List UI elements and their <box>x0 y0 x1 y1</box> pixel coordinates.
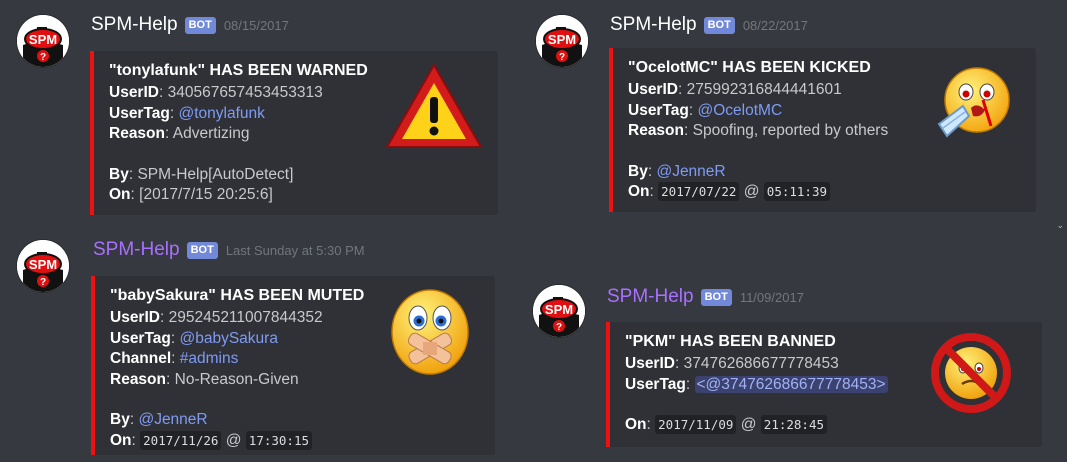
usertag-label: UserTag <box>625 375 686 393</box>
spm-avatar-icon: SPM ? <box>17 15 69 67</box>
reason-value: Spoofing, reported by others <box>692 122 889 139</box>
on-date: 2017/07/22 <box>658 182 740 201</box>
channel-mention[interactable]: #admins <box>180 350 239 367</box>
spm-avatar-icon: SPM ? <box>536 15 588 67</box>
on-at: @ <box>743 183 760 200</box>
avatar[interactable]: SPM ? <box>17 15 69 67</box>
userid-label: UserID <box>109 84 159 101</box>
reason-label: Reason <box>110 370 166 388</box>
usertag-mention[interactable]: <@374762686677778453> <box>694 375 888 393</box>
on-label: On <box>625 416 647 433</box>
userid-value: 374762686677778453 <box>683 355 839 372</box>
author-name[interactable]: SPM-Help <box>93 239 180 261</box>
author-name[interactable]: SPM-Help <box>610 14 697 36</box>
bot-badge: BOT <box>184 16 216 34</box>
svg-text:SPM: SPM <box>548 32 576 47</box>
usertag-mention[interactable]: @tonylafunk <box>179 105 265 122</box>
author-name[interactable]: SPM-Help <box>607 286 694 308</box>
by-label: By <box>109 165 129 183</box>
by-mention[interactable]: @JenneR <box>138 411 207 428</box>
svg-text:SPM: SPM <box>29 257 57 272</box>
usertag-label: UserTag <box>110 329 171 347</box>
spm-avatar-icon: SPM ? <box>17 240 69 292</box>
on-time: 21:28:45 <box>760 415 828 434</box>
usertag-mention[interactable]: @OcelotMC <box>698 102 783 119</box>
by-mention[interactable]: @JenneR <box>656 163 725 180</box>
timestamp: Last Sunday at 5:30 PM <box>225 242 365 258</box>
userid-value: 275992316844441601 <box>686 81 842 98</box>
userid-label: UserID <box>628 81 678 98</box>
reason-label: Reason <box>109 125 165 142</box>
on-date: 2017/11/09 <box>655 415 737 434</box>
avatar[interactable]: SPM ? <box>533 285 585 337</box>
userid-value: 295245211007844352 <box>168 309 323 326</box>
embed: "OcelotMC" HAS BEEN KICKED UserID: 27599… <box>609 48 1036 212</box>
warning-icon[interactable] <box>384 61 484 151</box>
svg-text:?: ? <box>556 322 562 333</box>
by-label: By <box>110 411 130 428</box>
on-label: On <box>628 183 650 200</box>
userid-label: UserID <box>110 309 160 326</box>
usertag-label: UserTag <box>109 104 170 122</box>
userid-value: 340567657453453313 <box>167 84 323 101</box>
embed: "tonylafunk" HAS BEEN WARNED UserID: 340… <box>90 51 498 215</box>
avatar[interactable]: SPM ? <box>17 240 69 292</box>
userid-label: UserID <box>625 355 675 372</box>
on-time: 05:11:39 <box>763 182 831 201</box>
reason-value: No-Reason-Given <box>174 370 299 388</box>
reason-label: Reason <box>628 122 684 139</box>
muted-face-icon[interactable] <box>389 286 471 376</box>
svg-text:?: ? <box>40 277 46 288</box>
timestamp: 08/15/2017 <box>223 17 289 33</box>
author-name[interactable]: SPM-Help <box>91 14 178 36</box>
on-time: 17:30:15 <box>245 430 313 450</box>
on-at: @ <box>225 431 242 449</box>
bot-badge: BOT <box>186 241 218 259</box>
svg-text:?: ? <box>559 52 565 63</box>
spm-avatar-icon: SPM ? <box>533 285 585 337</box>
svg-text:SPM: SPM <box>29 32 57 47</box>
on-label: On <box>109 186 131 203</box>
bot-badge: BOT <box>700 288 732 306</box>
reason-value: Advertizing <box>172 125 250 142</box>
on-value: [2017/7/15 20:25:6] <box>139 186 273 203</box>
avatar[interactable]: SPM ? <box>536 15 588 67</box>
scroll-marker-icon: ⌄ <box>1056 220 1064 230</box>
timestamp: 08/22/2017 <box>742 17 808 33</box>
by-label: By <box>628 162 648 180</box>
on-label: On <box>110 431 132 449</box>
embed: "babySakura" HAS BEEN MUTED UserID: 2952… <box>91 276 495 455</box>
by-value: SPM-Help[AutoDetect] <box>137 165 294 183</box>
usertag-mention[interactable]: @babySakura <box>180 330 278 347</box>
on-date: 2017/11/26 <box>140 430 222 450</box>
usertag-label: UserTag <box>628 101 689 119</box>
banned-face-icon[interactable] <box>930 332 1012 414</box>
svg-text:?: ? <box>40 52 46 63</box>
embed: "PKM" HAS BEEN BANNED UserID: 3747626866… <box>606 322 1042 447</box>
on-at: @ <box>740 416 757 433</box>
svg-text:SPM: SPM <box>545 302 573 317</box>
channel-label: Channel <box>110 350 172 367</box>
crying-face-icon[interactable] <box>933 62 1013 146</box>
timestamp: 11/09/2017 <box>739 289 804 305</box>
bot-badge: BOT <box>703 16 735 34</box>
